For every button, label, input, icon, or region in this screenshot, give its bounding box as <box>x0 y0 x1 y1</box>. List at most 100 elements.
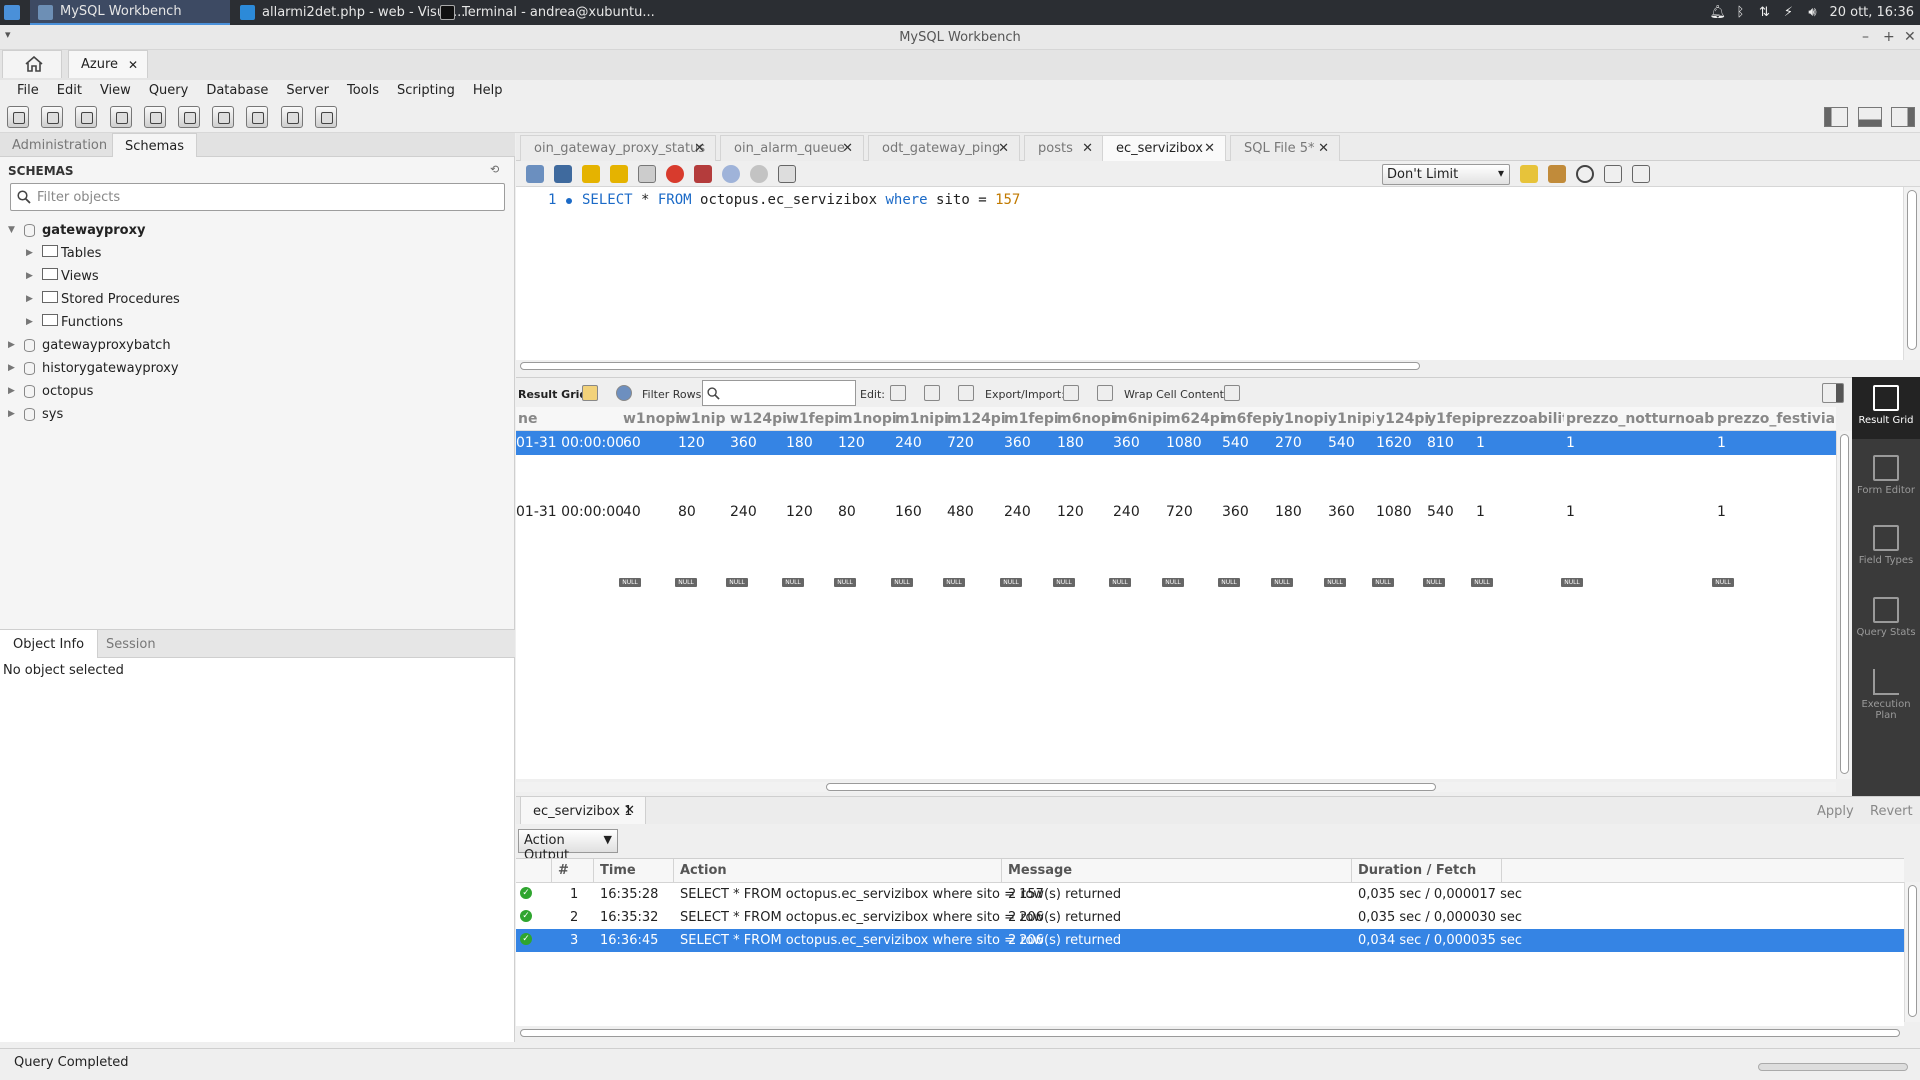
result-grid-button[interactable]: Result Grid <box>1852 377 1920 439</box>
close-tab-icon[interactable]: ✕ <box>1318 141 1329 156</box>
null-badge[interactable]: NULL <box>726 578 748 587</box>
toggle-output-icon[interactable] <box>1858 107 1882 127</box>
grid-cell[interactable]: 540 <box>1328 435 1355 451</box>
grid-cell[interactable]: 01-31 00:00:00 <box>516 504 624 520</box>
new-row-placeholder[interactable]: NULL NULL NULL NULL NULL NULL NULL NULL … <box>516 569 1836 593</box>
result-tab-ec-servizibox-1[interactable]: ec_servizibox 1 ✕ <box>520 797 646 825</box>
minimize-icon[interactable]: – <box>1862 29 1869 45</box>
null-badge[interactable]: NULL <box>782 578 804 587</box>
null-badge[interactable]: NULL <box>619 578 641 587</box>
tree-item-stored-procedures[interactable]: ▶ Stored Procedures <box>26 288 180 310</box>
menu-edit[interactable]: Edit <box>48 83 91 98</box>
editor-vertical-scrollbar[interactable] <box>1903 187 1920 360</box>
new-sql-tab-icon[interactable] <box>7 106 29 128</box>
grid-cell[interactable]: 80 <box>678 504 696 520</box>
grid-cell[interactable]: 360 <box>1328 504 1355 520</box>
collapsed-arrow-icon[interactable]: ▶ <box>8 409 18 419</box>
null-badge[interactable]: NULL <box>943 578 965 587</box>
grid-cell[interactable]: 01-31 00:00:00 <box>516 435 624 451</box>
column-header[interactable]: # <box>552 859 594 883</box>
column-header[interactable]: m1nipi <box>895 411 949 427</box>
sql-code[interactable]: SELECT * FROM octopus.ec_servizibox wher… <box>582 192 1020 208</box>
grid-vertical-scrollbar[interactable] <box>1836 431 1852 779</box>
column-header[interactable]: Duration / Fetch <box>1352 859 1502 883</box>
close-icon[interactable]: ✕ <box>1904 29 1916 45</box>
null-badge[interactable]: NULL <box>1162 578 1184 587</box>
column-header[interactable]: prezzoabilita <box>1476 411 1564 427</box>
task-mysql-workbench[interactable]: MySQL Workbench <box>30 0 230 25</box>
column-header[interactable]: m1nopi <box>838 411 897 427</box>
column-header[interactable]: w1fepi <box>786 411 839 427</box>
create-view-icon[interactable] <box>178 106 200 128</box>
grid-cell[interactable]: 720 <box>947 435 974 451</box>
export-icon[interactable] <box>1063 385 1079 401</box>
grid-cell[interactable]: 1 <box>1717 504 1726 520</box>
menu-server[interactable]: Server <box>277 83 338 98</box>
grid-cell[interactable]: 360 <box>730 435 757 451</box>
null-badge[interactable]: NULL <box>675 578 697 587</box>
home-tab[interactable] <box>2 50 62 78</box>
grid-cell[interactable]: 180 <box>786 435 813 451</box>
column-header[interactable]: m6nopi <box>1057 411 1116 427</box>
schema-sys[interactable]: ▶ sys <box>8 403 63 425</box>
collapsed-arrow-icon[interactable]: ▶ <box>26 294 36 304</box>
tab-oin-alarm-queue[interactable]: oin_alarm_queue ✕ <box>720 135 864 161</box>
import-icon[interactable] <box>1097 385 1113 401</box>
create-procedure-icon[interactable] <box>212 106 234 128</box>
collapsed-arrow-icon[interactable]: ▶ <box>8 363 18 373</box>
explain-icon[interactable] <box>638 165 656 183</box>
editor-horizontal-scrollbar[interactable] <box>516 361 1904 371</box>
toggle-secondary-sidebar-icon[interactable] <box>1891 107 1915 127</box>
schema-historygatewayproxy[interactable]: ▶ historygatewayproxy <box>8 357 179 379</box>
volume-icon[interactable]: 🔊︎ <box>1805 5 1819 20</box>
collapsed-arrow-icon[interactable]: ▶ <box>26 248 36 258</box>
menu-file[interactable]: File <box>8 83 48 98</box>
task-terminal[interactable]: Terminal - andrea@xubuntu... <box>432 0 655 25</box>
grid-icon[interactable] <box>582 385 598 401</box>
clock[interactable]: 20 ott, 16:36 <box>1829 5 1914 20</box>
collapsed-arrow-icon[interactable]: ▶ <box>8 386 18 396</box>
grid-cell[interactable]: 1620 <box>1376 435 1412 451</box>
tab-schemas[interactable]: Schemas <box>112 133 198 157</box>
table-row[interactable]: ✓ 3 16:36:45 SELECT * FROM octopus.ec_se… <box>516 929 1904 952</box>
power-icon[interactable]: ⚡︎ <box>1781 5 1795 20</box>
insert-row-icon[interactable] <box>924 385 940 401</box>
open-file-icon[interactable] <box>526 165 544 183</box>
null-badge[interactable]: NULL <box>1372 578 1394 587</box>
tab-oin-gateway-proxy-status[interactable]: oin_gateway_proxy_status ✕ <box>520 135 716 161</box>
menu-tools[interactable]: Tools <box>338 83 388 98</box>
tree-item-views[interactable]: ▶ Views <box>26 265 99 287</box>
null-badge[interactable]: NULL <box>1324 578 1346 587</box>
grid-cell[interactable]: 810 <box>1427 435 1454 451</box>
grid-cell[interactable]: 1 <box>1566 504 1575 520</box>
column-header[interactable]: m124pi <box>947 411 1006 427</box>
query-stats-button[interactable]: Query Stats <box>1852 589 1920 651</box>
schema-gatewayproxy[interactable]: ▼ gatewayproxy <box>8 219 145 241</box>
menu-view[interactable]: View <box>91 83 140 98</box>
close-tab-icon[interactable]: ✕ <box>998 141 1009 156</box>
grid-cell[interactable]: 240 <box>1004 504 1031 520</box>
tab-object-info[interactable]: Object Info <box>0 630 99 658</box>
result-grid[interactable]: ne w1nopi w1nipi w124pi w1fepi m1nopi m1… <box>516 407 1836 779</box>
execution-plan-button[interactable]: Execution Plan <box>1852 661 1920 723</box>
execute-current-icon[interactable] <box>610 165 628 183</box>
grid-cell[interactable]: 360 <box>1113 435 1140 451</box>
delete-row-icon[interactable] <box>958 385 974 401</box>
grid-cell[interactable]: 40 <box>623 504 641 520</box>
tab-odt-gateway-ping[interactable]: odt_gateway_ping ✕ <box>868 135 1020 161</box>
refresh-icon[interactable] <box>616 385 632 401</box>
scroll-thumb[interactable] <box>1840 434 1849 774</box>
grid-cell[interactable]: 480 <box>947 504 974 520</box>
app-menu-icon[interactable] <box>4 5 20 20</box>
tree-item-tables[interactable]: ▶ Tables <box>26 242 101 264</box>
scroll-thumb[interactable] <box>520 362 1420 370</box>
grid-cell[interactable]: 120 <box>1057 504 1084 520</box>
beautify-icon[interactable] <box>1548 165 1566 183</box>
tab-session[interactable]: Session <box>93 630 169 658</box>
collapsed-arrow-icon[interactable]: ▶ <box>26 317 36 327</box>
column-header[interactable]: y1nopi <box>1275 411 1328 427</box>
maximize-icon[interactable]: + <box>1883 29 1895 45</box>
open-sql-script-icon[interactable] <box>41 106 63 128</box>
output-horizontal-scrollbar[interactable] <box>516 1028 1904 1038</box>
column-header[interactable]: y1fepi <box>1427 411 1476 427</box>
